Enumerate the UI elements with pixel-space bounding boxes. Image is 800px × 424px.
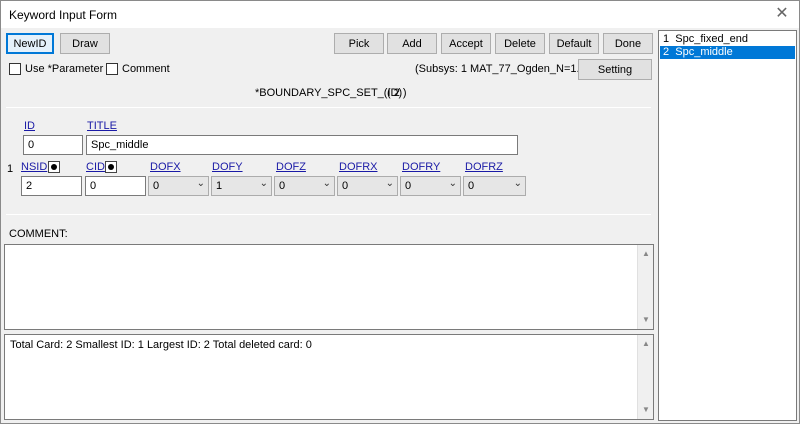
default-button[interactable]: Default xyxy=(549,33,599,54)
list-item[interactable]: 1 Spc_fixed_end xyxy=(660,33,795,46)
scroll-down-icon[interactable]: ▼ xyxy=(638,403,654,417)
chevron-down-icon: ⌄ xyxy=(322,178,331,189)
dofy-field-label[interactable]: DOFY xyxy=(212,161,243,173)
list-item-index: 2 xyxy=(663,46,670,58)
id-field-label[interactable]: ID xyxy=(24,120,35,132)
dofrz-select[interactable]: 0 ⌄ xyxy=(463,176,526,196)
chevron-down-icon: ⌄ xyxy=(259,178,268,189)
title-bar: Keyword Input Form ✕ xyxy=(1,1,799,28)
dofx-select[interactable]: 0 ⌄ xyxy=(148,176,209,196)
list-item-label: Spc_fixed_end xyxy=(675,33,749,45)
use-parameter-label: Use *Parameter xyxy=(25,63,104,75)
dofrx-field-label[interactable]: DOFRX xyxy=(339,161,378,173)
pick-button[interactable]: Pick xyxy=(334,33,384,54)
cid-field-label[interactable]: CID xyxy=(86,161,105,173)
divider-bottom xyxy=(6,214,651,215)
dofry-select[interactable]: 0 ⌄ xyxy=(400,176,461,196)
draw-button[interactable]: Draw xyxy=(60,33,110,54)
newid-button[interactable]: NewID xyxy=(6,33,54,54)
use-parameter-checkbox[interactable]: Use *Parameter xyxy=(9,63,103,75)
chevron-down-icon: ⌄ xyxy=(513,178,522,189)
cid-selector-dot-icon[interactable] xyxy=(105,161,117,173)
use-parameter-checkbox-box[interactable] xyxy=(9,63,21,75)
dofx-select-value: 0 xyxy=(153,180,160,192)
keyword-name: *BOUNDARY_SPC_SET_(ID) xyxy=(255,87,403,99)
accept-button[interactable]: Accept xyxy=(441,33,491,54)
done-button[interactable]: Done xyxy=(603,33,653,54)
subsys-label: (Subsys: 1 MAT_77_Ogden_N=1.k) xyxy=(415,63,589,75)
scroll-up-icon[interactable]: ▲ xyxy=(638,247,654,261)
chevron-down-icon: ⌄ xyxy=(385,178,394,189)
cid-input[interactable]: 0 xyxy=(85,176,146,196)
stats-scrollbar[interactable]: ▲ ▼ xyxy=(637,335,653,419)
dofx-field-label[interactable]: DOFX xyxy=(150,161,181,173)
comment-label: COMMENT: xyxy=(9,228,68,240)
scroll-up-icon[interactable]: ▲ xyxy=(638,337,654,351)
id-input[interactable]: 0 xyxy=(23,135,83,155)
dofrz-field-label[interactable]: DOFRZ xyxy=(465,161,503,173)
stats-panel: Total Card: 2 Smallest ID: 1 Largest ID:… xyxy=(4,334,654,420)
close-icon[interactable]: ✕ xyxy=(771,4,793,24)
dofrz-select-value: 0 xyxy=(468,180,475,192)
dofry-select-value: 0 xyxy=(405,180,412,192)
comment-textarea[interactable]: ▲ ▼ xyxy=(4,244,654,330)
dofrx-select[interactable]: 0 ⌄ xyxy=(337,176,398,196)
comment-checkbox-label: Comment xyxy=(122,63,170,75)
list-item-label: Spc_middle xyxy=(675,46,733,58)
comment-scrollbar[interactable]: ▲ ▼ xyxy=(637,245,653,329)
add-button[interactable]: Add xyxy=(387,33,437,54)
chevron-down-icon: ⌄ xyxy=(448,178,457,189)
divider-top xyxy=(6,107,651,108)
keyword-card-list[interactable]: 1 Spc_fixed_end 2 Spc_middle xyxy=(658,30,797,421)
keyword-input-form-window: Keyword Input Form ✕ NewID Draw Pick Add… xyxy=(0,0,800,424)
setting-button[interactable]: Setting xyxy=(578,59,652,80)
comment-checkbox-box[interactable] xyxy=(106,63,118,75)
dofrx-select-value: 0 xyxy=(342,180,349,192)
comment-checkbox[interactable]: Comment xyxy=(106,63,170,75)
title-field-label[interactable]: TITLE xyxy=(87,120,117,132)
dofz-select-value: 0 xyxy=(279,180,286,192)
nsid-input[interactable]: 2 xyxy=(21,176,82,196)
title-input[interactable]: Spc_middle xyxy=(86,135,518,155)
chevron-down-icon: ⌄ xyxy=(196,178,205,189)
scroll-down-icon[interactable]: ▼ xyxy=(638,313,654,327)
dofry-field-label[interactable]: DOFRY xyxy=(402,161,440,173)
list-item-index: 1 xyxy=(663,33,670,45)
card-row-number: 1 xyxy=(7,163,14,175)
dofz-field-label[interactable]: DOFZ xyxy=(276,161,306,173)
keyword-card-count: ( 2 ) xyxy=(387,87,407,99)
dofz-select[interactable]: 0 ⌄ xyxy=(274,176,335,196)
delete-button[interactable]: Delete xyxy=(495,33,545,54)
dofy-select-value: 1 xyxy=(216,180,223,192)
dofy-select[interactable]: 1 ⌄ xyxy=(211,176,272,196)
nsid-field-label[interactable]: NSID xyxy=(21,161,47,173)
list-item-selected[interactable]: 2 Spc_middle xyxy=(660,46,795,59)
stats-text: Total Card: 2 Smallest ID: 1 Largest ID:… xyxy=(10,339,312,351)
nsid-selector-dot-icon[interactable] xyxy=(48,161,60,173)
window-title: Keyword Input Form xyxy=(9,8,118,22)
